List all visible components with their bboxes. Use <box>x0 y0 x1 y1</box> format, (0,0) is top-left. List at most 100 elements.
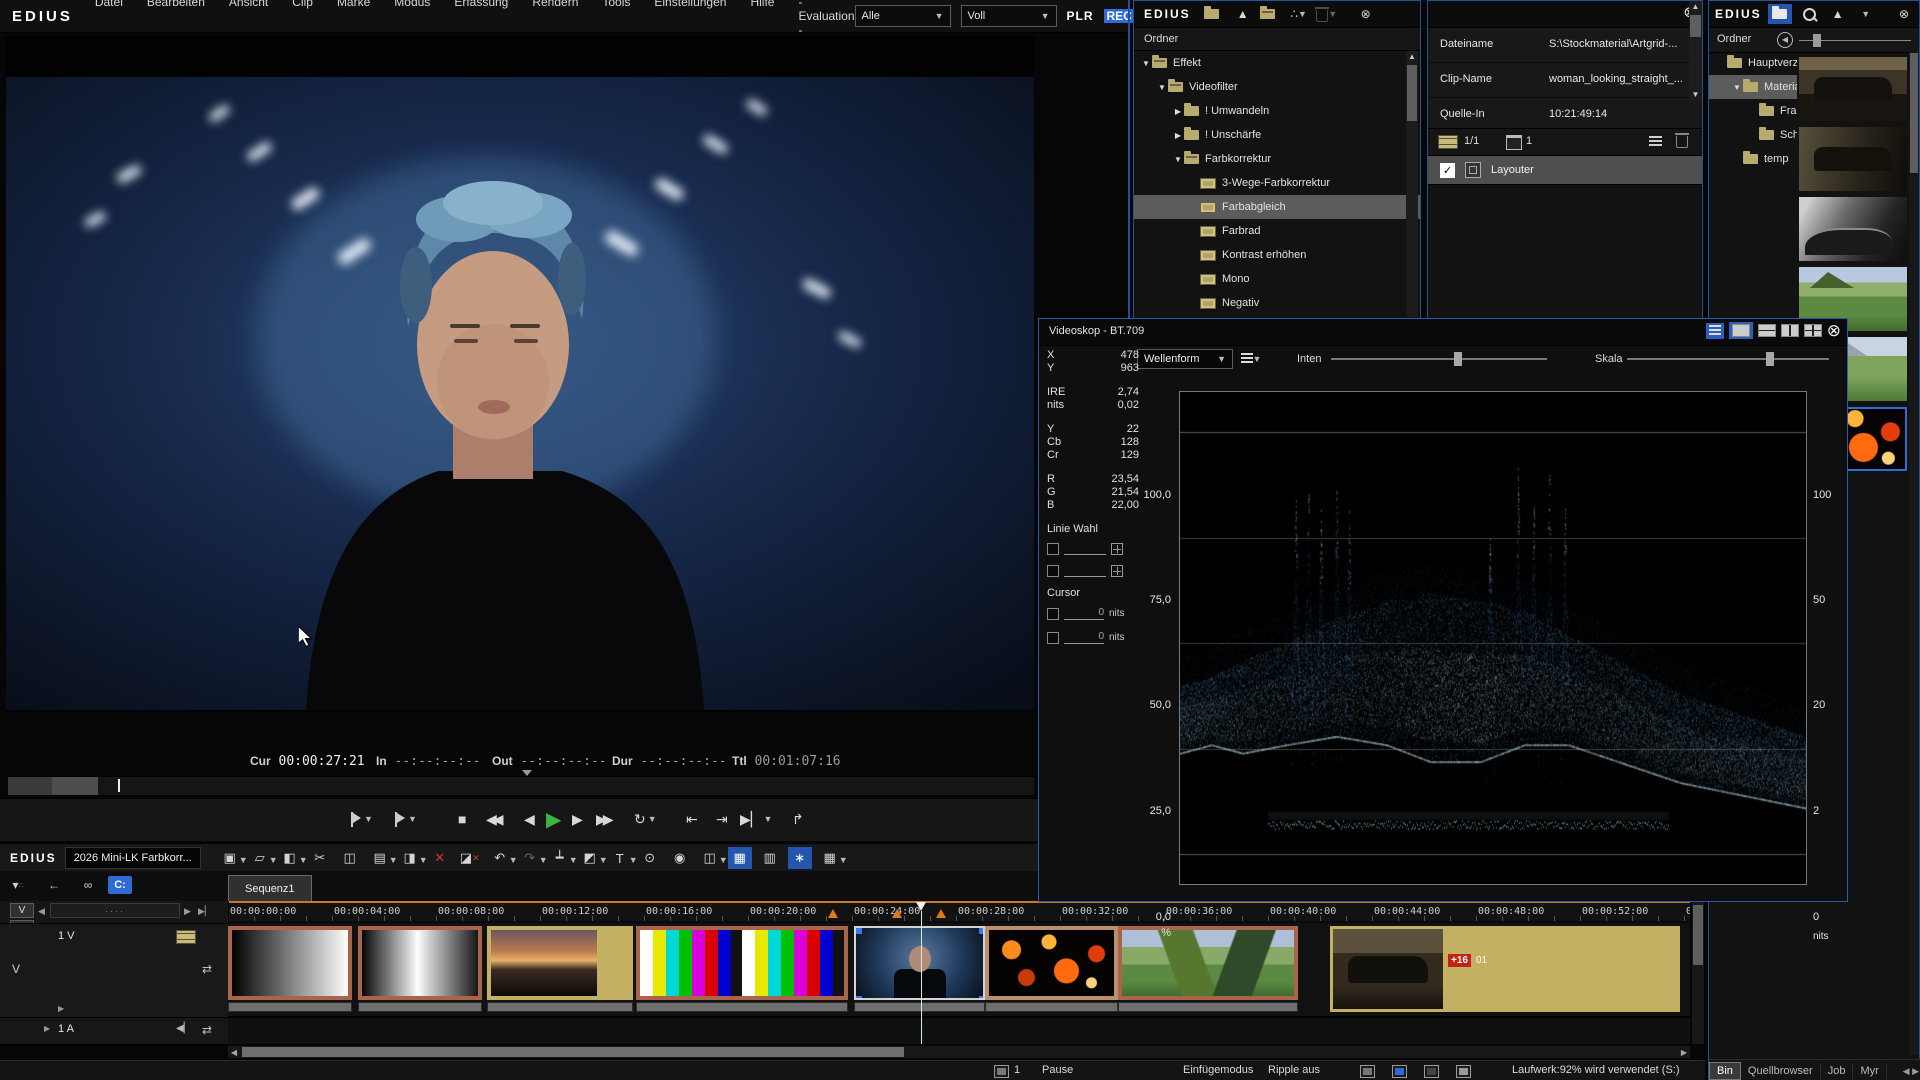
folder-view-button[interactable] <box>1768 4 1792 24</box>
scroll-down-icon[interactable]: ▼ <box>1689 89 1702 101</box>
display-icon[interactable] <box>1392 1064 1407 1080</box>
mixer-button[interactable]: ▥ <box>758 847 782 869</box>
scope-mode-select[interactable]: Wellenform ▼ <box>1137 349 1233 369</box>
patch-end-arrow[interactable]: ▶▏ <box>198 906 212 917</box>
add-transition-button[interactable]: ◩▼ <box>578 847 602 869</box>
patch-right-arrow[interactable]: ▶ <box>184 906 191 917</box>
track-v-chip[interactable]: V <box>10 903 34 918</box>
insert-mode-chip[interactable]: C: <box>108 875 132 895</box>
folder-link-icon[interactable] <box>1260 5 1282 23</box>
effect-palette-button[interactable]: ∗ <box>788 847 812 869</box>
menu-item-10[interactable]: Hilfe <box>750 0 774 37</box>
menu-item-5[interactable]: Modus <box>394 0 430 37</box>
expand-icon[interactable]: ▼ <box>1172 155 1184 164</box>
save-project-button[interactable]: ◧▼ <box>278 847 302 869</box>
panel-tab-quellbrowser[interactable]: Quellbrowser <box>1741 1063 1821 1079</box>
line1-checkbox[interactable] <box>1047 543 1059 555</box>
scroll-right-icon[interactable]: ▶ <box>1678 1046 1690 1058</box>
menu-item-3[interactable]: Clip <box>292 0 313 37</box>
rec-badge[interactable]: REC <box>1104 9 1135 23</box>
undo-button[interactable]: ↶▼ <box>488 847 512 869</box>
layout-single-button[interactable] <box>1729 322 1753 339</box>
tab-scroll-arrows[interactable]: ◀ ▶ <box>1903 1066 1920 1077</box>
layout-cols-button[interactable] <box>1781 324 1799 337</box>
menu-item-6[interactable]: Erfassung <box>454 0 508 37</box>
tree-item-effekt[interactable]: ▼Effekt <box>1134 51 1420 75</box>
thumbnail-size-slider[interactable] <box>1799 40 1911 41</box>
clip-info-scrollbar[interactable]: ▲ ▼ <box>1689 1 1702 101</box>
scale-slider[interactable] <box>1627 358 1829 360</box>
close-icon[interactable]: ⊗ <box>1893 5 1915 23</box>
line1-field[interactable] <box>1064 544 1106 555</box>
chevron-down-icon[interactable]: ▼ <box>1855 5 1877 23</box>
bin-scroll-thumb[interactable] <box>1910 53 1918 173</box>
line2-field[interactable] <box>1064 566 1106 577</box>
timeline-clip-woman[interactable] <box>854 926 985 1000</box>
timeline-clip-gradient-mid[interactable] <box>358 926 482 1000</box>
timeline-clip-sunset[interactable] <box>487 926 633 1000</box>
up-level-icon[interactable]: ▲ <box>1232 5 1254 23</box>
clip-mixer-strip[interactable] <box>985 1002 1118 1012</box>
timeline-clip-colorbars[interactable] <box>636 926 848 1000</box>
palette-scroll-thumb[interactable] <box>1407 65 1417 121</box>
search-icon[interactable] <box>1799 5 1821 23</box>
open-project-button[interactable]: ▱▼ <box>248 847 272 869</box>
cursor-checkbox[interactable] <box>1047 632 1059 644</box>
scope-list-button[interactable] <box>1706 323 1724 339</box>
bin-thumbnail-car-side[interactable] <box>1799 57 1907 121</box>
audio-track-lane[interactable] <box>228 1018 1690 1044</box>
slider-thumb[interactable] <box>1813 34 1821 47</box>
voiceover-button[interactable]: ◉ <box>668 847 692 869</box>
track-header-1a[interactable]: ▶ 1 A ◀▏ ⇄ <box>0 1018 228 1045</box>
tree-item-3-wege-farbkorrektur[interactable]: 3-Wege-Farbkorrektur <box>1134 171 1420 195</box>
cursor-checkbox[interactable] <box>1047 608 1059 620</box>
intensity-thumb[interactable] <box>1454 352 1462 366</box>
close-icon[interactable]: ⊗ <box>1355 5 1377 23</box>
timeline-clip-gradient-lr[interactable] <box>228 926 352 1000</box>
expand-icon[interactable]: ▼ <box>1140 59 1152 68</box>
scroll-up-icon[interactable]: ▲ <box>1406 51 1418 63</box>
sequence-marker[interactable] <box>828 909 838 918</box>
tree-item-hauptverzeic[interactable]: Hauptverzeic <box>1709 51 1797 75</box>
tree-item-farbrad[interactable]: Farbrad <box>1134 219 1420 243</box>
add-cut-point-button[interactable]: ┷▼ <box>548 847 572 869</box>
bin-scrollbar[interactable] <box>1909 51 1919 1055</box>
line2-checkbox[interactable] <box>1047 565 1059 577</box>
timeline-hscrollbar[interactable]: ◀ ▶ <box>228 1046 1690 1058</box>
tree-item-mono[interactable]: Mono <box>1134 267 1420 291</box>
trash-icon[interactable]: ▼ <box>1316 5 1338 23</box>
tree-item-material[interactable]: ▼Material <box>1709 75 1797 99</box>
tree-item-schw[interactable]: Schw <box>1709 123 1797 147</box>
collapse-icon[interactable]: ◀ <box>1777 32 1793 48</box>
clip-mixer-strip[interactable] <box>636 1002 848 1012</box>
track-1a-lock-icon[interactable]: ⇄ <box>202 1023 212 1037</box>
link-mode-icon[interactable]: ∞ <box>76 875 100 895</box>
tab-sequence1[interactable]: Sequenz1 <box>228 875 312 901</box>
timeline-clip-bokeh[interactable] <box>985 926 1118 1000</box>
tree-item-farbabgleich[interactable]: Farbabgleich <box>1134 195 1420 219</box>
preview-scrubber[interactable] <box>8 776 1034 796</box>
vscroll-thumb[interactable] <box>1693 905 1703 965</box>
paste-button[interactable]: ▤▼ <box>368 847 392 869</box>
palette-scrollbar[interactable]: ▲ <box>1406 51 1418 317</box>
delete-button[interactable]: ✕ <box>428 847 452 869</box>
quality-select[interactable]: Voll ▼ <box>961 5 1057 27</box>
sequence-menu-button[interactable]: ▣▼ <box>218 847 242 869</box>
tree-item-temp[interactable]: temp <box>1709 147 1797 171</box>
crosshair-icon[interactable] <box>1111 565 1123 577</box>
clip-mixer-strip[interactable] <box>228 1002 352 1012</box>
tree-item-negativ[interactable]: Negativ <box>1134 291 1420 315</box>
menu-item-8[interactable]: Tools <box>602 0 630 37</box>
menu-item-0[interactable]: Datei <box>95 0 123 37</box>
stop-button[interactable]: ■ <box>458 806 466 832</box>
goto-out-button[interactable]: ⇥ <box>716 806 728 832</box>
tree-item--umwandeln[interactable]: ▶! Umwandeln <box>1134 99 1420 123</box>
capture-button[interactable]: ◨▼ <box>398 847 422 869</box>
menu-item-7[interactable]: Rendern <box>532 0 578 37</box>
project-name[interactable]: 2026 Mini-LK Farbkorr... <box>65 847 201 869</box>
scroll-up-icon[interactable]: ▲ <box>1689 1 1702 13</box>
status-ripple[interactable]: Ripple aus <box>1268 1064 1320 1076</box>
step-forward-button[interactable]: ▶ <box>572 806 583 832</box>
timeline-vscrollbar[interactable] <box>1692 901 1704 1044</box>
monitor-icon[interactable] <box>1360 1064 1375 1080</box>
